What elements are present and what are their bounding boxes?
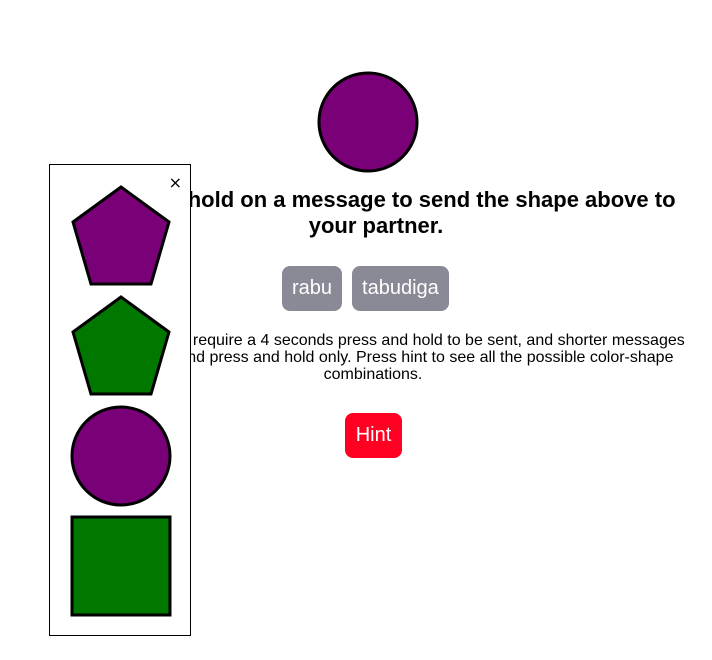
hint-button[interactable]: Hint: [345, 413, 402, 458]
message-button-tabudiga[interactable]: tabudiga: [352, 266, 449, 311]
message-button-rabu[interactable]: rabu: [282, 266, 343, 311]
combo-green-pentagon: [71, 295, 171, 396]
circle-shape: [70, 405, 172, 507]
hint-panel: ×: [49, 164, 191, 636]
message-options: rabu tabudiga: [282, 266, 449, 311]
combo-purple-circle: [70, 405, 172, 507]
combo-purple-pentagon: [71, 185, 171, 286]
target-circle: [317, 71, 419, 173]
pentagon-shape: [71, 295, 171, 396]
pentagon-shape: [71, 185, 171, 286]
square-shape: [70, 515, 172, 617]
combo-green-square: [70, 515, 172, 617]
target-shape: [317, 71, 419, 173]
